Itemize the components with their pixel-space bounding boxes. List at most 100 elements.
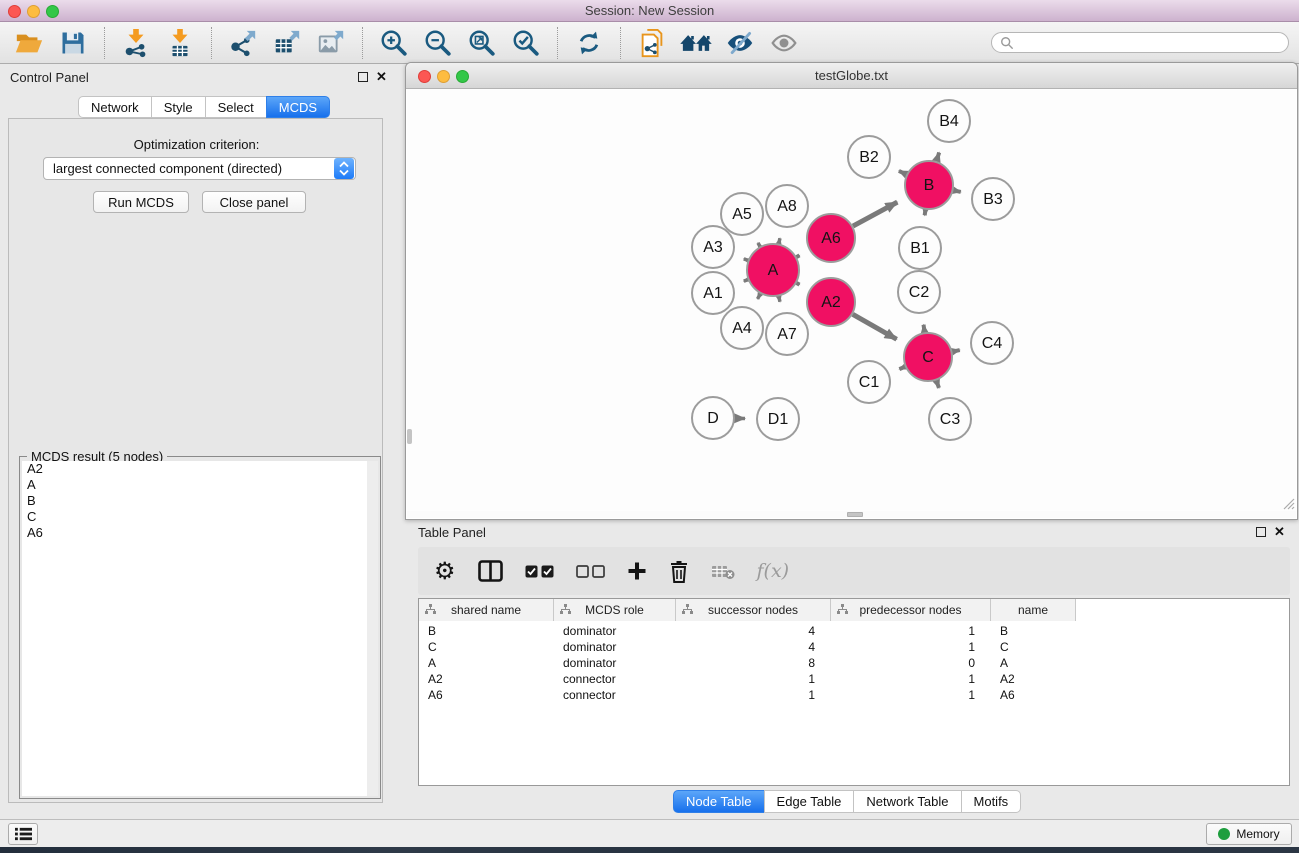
- graph-node-C[interactable]: C: [904, 333, 952, 381]
- graph-node-A2[interactable]: A2: [807, 278, 855, 326]
- network-graph-svg[interactable]: B4B2BB3A5A8A6A3B1AA1C2A2A4A7C4CC1C3DD1: [407, 89, 1296, 512]
- graph-node-A1[interactable]: A1: [692, 272, 734, 314]
- cell[interactable]: connector: [554, 672, 676, 686]
- cell[interactable]: 4: [676, 624, 831, 638]
- network-horizontal-scrollbar[interactable]: [407, 511, 1296, 518]
- table-mode-gear-icon[interactable]: ⚙: [434, 559, 456, 583]
- select-all-icon[interactable]: [525, 565, 554, 578]
- close-table-panel-icon[interactable]: ✕: [1274, 527, 1285, 537]
- cell[interactable]: C: [419, 640, 554, 654]
- delete-columns-icon[interactable]: [669, 560, 689, 583]
- graph-node-B[interactable]: B: [905, 161, 953, 209]
- network-vertical-scroll-thumb[interactable]: [407, 429, 412, 444]
- cell[interactable]: 1: [676, 688, 831, 702]
- graph-node-C2[interactable]: C2: [898, 271, 940, 313]
- cell[interactable]: connector: [554, 688, 676, 702]
- new-network-from-selection-button[interactable]: [633, 25, 671, 61]
- criterion-dropdown[interactable]: largest connected component (directed): [43, 157, 356, 180]
- result-item-a6[interactable]: A6: [22, 525, 378, 541]
- table-row-c[interactable]: Cdominator41C: [419, 639, 1289, 655]
- open-file-button[interactable]: [10, 25, 48, 61]
- cell[interactable]: B: [419, 624, 554, 638]
- graph-node-C4[interactable]: C4: [971, 322, 1013, 364]
- graph-node-B2[interactable]: B2: [848, 136, 890, 178]
- result-item-a[interactable]: A: [22, 477, 378, 493]
- export-image-button[interactable]: [312, 25, 350, 61]
- table-row-a[interactable]: Adominator80A: [419, 655, 1289, 671]
- cell[interactable]: dominator: [554, 656, 676, 670]
- tab-motifs[interactable]: Motifs: [961, 790, 1022, 813]
- graph-node-C1[interactable]: C1: [848, 361, 890, 403]
- close-panel-icon[interactable]: ✕: [376, 72, 387, 82]
- result-item-b[interactable]: B: [22, 493, 378, 509]
- tab-mcds[interactable]: MCDS: [266, 96, 330, 118]
- close-panel-button[interactable]: Close panel: [202, 191, 306, 213]
- graph-node-D1[interactable]: D1: [757, 398, 799, 440]
- network-horizontal-scroll-thumb[interactable]: [847, 512, 863, 517]
- edge-B-B3[interactable]: [953, 190, 960, 192]
- network-window-titlebar[interactable]: testGlobe.txt: [406, 63, 1297, 89]
- run-mcds-button[interactable]: Run MCDS: [93, 191, 189, 213]
- window-resize-grip[interactable]: [1281, 496, 1295, 510]
- deselect-all-icon[interactable]: [576, 565, 605, 578]
- refresh-view-button[interactable]: [570, 25, 608, 61]
- zoom-in-button[interactable]: [375, 25, 413, 61]
- float-panel-icon[interactable]: [358, 72, 368, 82]
- edge-A-A3[interactable]: [744, 259, 748, 261]
- edge-A-A6[interactable]: [797, 255, 800, 257]
- graph-node-B3[interactable]: B3: [972, 178, 1014, 220]
- graph-node-A4[interactable]: A4: [721, 307, 763, 349]
- tab-select[interactable]: Select: [205, 96, 267, 118]
- edge-B-B4[interactable]: [936, 152, 939, 161]
- cell[interactable]: 0: [831, 656, 991, 670]
- result-item-c[interactable]: C: [22, 509, 378, 525]
- zoom-selected-button[interactable]: [507, 25, 545, 61]
- show-all-button[interactable]: [765, 25, 803, 61]
- cell[interactable]: 8: [676, 656, 831, 670]
- edge-A-A1[interactable]: [744, 280, 748, 282]
- graph-node-B4[interactable]: B4: [928, 100, 970, 142]
- task-history-button[interactable]: [8, 823, 38, 845]
- cell[interactable]: C: [991, 640, 1076, 654]
- column-header-MCDS-role[interactable]: MCDS role: [554, 599, 676, 621]
- export-table-button[interactable]: [268, 25, 306, 61]
- column-header-successor-nodes[interactable]: successor nodes: [676, 599, 831, 621]
- edge-B-B2[interactable]: [899, 171, 906, 174]
- tab-style[interactable]: Style: [151, 96, 206, 118]
- graph-node-C3[interactable]: C3: [929, 398, 971, 440]
- graph-node-A[interactable]: A: [747, 244, 799, 296]
- cell[interactable]: dominator: [554, 640, 676, 654]
- tab-node-table[interactable]: Node Table: [673, 790, 765, 813]
- cell[interactable]: 4: [676, 640, 831, 654]
- edge-A-A2[interactable]: [797, 283, 800, 285]
- window-titlebar[interactable]: Session: New Session: [0, 0, 1299, 22]
- import-table-button[interactable]: [161, 25, 199, 61]
- graph-node-A3[interactable]: A3: [692, 226, 734, 268]
- zoom-fit-button[interactable]: [463, 25, 501, 61]
- tab-network[interactable]: Network: [78, 96, 152, 118]
- network-canvas[interactable]: B4B2BB3A5A8A6A3B1AA1C2A2A4A7C4CC1C3DD1: [407, 89, 1296, 512]
- show-column-panel-icon[interactable]: [478, 560, 503, 582]
- graph-node-D[interactable]: D: [692, 397, 734, 439]
- column-header-name[interactable]: name: [991, 599, 1076, 621]
- graph-node-A8[interactable]: A8: [766, 185, 808, 227]
- tab-network-table[interactable]: Network Table: [853, 790, 961, 813]
- cell[interactable]: 1: [676, 672, 831, 686]
- export-network-button[interactable]: [224, 25, 262, 61]
- graph-node-B1[interactable]: B1: [899, 227, 941, 269]
- cell[interactable]: A6: [419, 688, 554, 702]
- result-item-a2[interactable]: A2: [22, 461, 378, 477]
- graph-node-A6[interactable]: A6: [807, 214, 855, 262]
- cell[interactable]: A2: [991, 672, 1076, 686]
- search-input[interactable]: [1019, 36, 1280, 50]
- column-header-predecessor-nodes[interactable]: predecessor nodes: [831, 599, 991, 621]
- cell[interactable]: 1: [831, 672, 991, 686]
- edge-A-A8[interactable]: [779, 238, 780, 243]
- column-header-shared-name[interactable]: shared name: [419, 599, 554, 621]
- edge-C-C3[interactable]: [936, 381, 939, 388]
- edge-A-A7[interactable]: [779, 296, 780, 301]
- edge-C-C4[interactable]: [952, 350, 959, 352]
- edge-A-A4[interactable]: [758, 294, 761, 299]
- cell[interactable]: A6: [991, 688, 1076, 702]
- cell[interactable]: B: [991, 624, 1076, 638]
